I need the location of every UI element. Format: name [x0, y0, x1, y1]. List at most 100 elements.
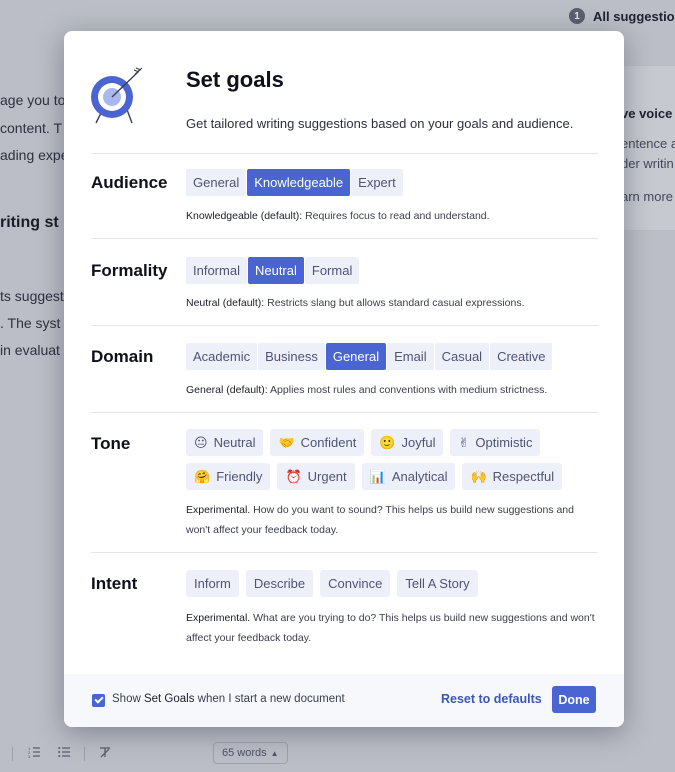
domain-option-business[interactable]: Business [258, 343, 325, 370]
suggestion-card-title: ve voice [621, 106, 673, 121]
tone-description-bold: Experimental. [186, 504, 251, 516]
intent-description-bold: Experimental. [186, 612, 251, 624]
formality-description: Neutral (default): Restricts slang but a… [186, 293, 596, 313]
intent-options: Inform Describe Convince Tell A Story [186, 570, 478, 597]
formality-description-text: Restricts slang but allows standard casu… [264, 297, 525, 309]
editor-text-line: ading expe [0, 147, 69, 163]
editor-heading: riting st [0, 214, 59, 231]
checkbox-label-pre: Show [112, 693, 144, 705]
neutral-emoji-icon: 😐 [194, 434, 208, 450]
show-set-goals-checkbox[interactable] [92, 694, 105, 707]
learn-more-link[interactable]: arn more [621, 189, 673, 204]
suggestion-count-badge: 1 [569, 8, 585, 24]
set-goals-dialog: Set goals Get tailored writing suggestio… [64, 31, 624, 727]
target-icon [91, 67, 143, 124]
tone-option-label: Confident [300, 435, 357, 450]
tone-option-confident[interactable]: 🤝 Confident [270, 429, 365, 456]
caret-up-icon: ▲ [270, 748, 279, 758]
checkbox-label-post: when I start a new document [194, 693, 345, 705]
intent-section: Intent Inform Describe Convince Tell A Stor… [91, 552, 598, 662]
domain-label: Domain [91, 347, 154, 366]
optimistic-emoji-icon: ✌ [458, 434, 470, 450]
show-set-goals-label[interactable]: Show Set Goals when I start a new docume… [112, 693, 345, 705]
editor-text-line: content. T [0, 120, 63, 136]
tone-options: 😐 Neutral 🤝 Confident 🙂 Joyful ✌ Optimistic 🤗 Fri… [186, 429, 566, 490]
respectful-emoji-icon: 🙌 [470, 468, 487, 484]
audience-section: Audience General Knowledgeable Expert Know… [91, 153, 598, 238]
dialog-subtitle: Get tailored writing suggestions based o… [186, 116, 574, 131]
audience-label: Audience [91, 173, 168, 192]
formality-description-bold: Neutral (default): [186, 297, 265, 309]
word-count-label: 65 words [222, 747, 267, 759]
domain-section: Domain Academic Business General Email Casua… [91, 325, 598, 412]
audience-options: General Knowledgeable Expert [186, 169, 404, 196]
audience-option-expert[interactable]: Expert [351, 169, 403, 196]
editor-text-line: in evaluat [0, 342, 60, 358]
domain-description: General (default): Applies most rules an… [186, 380, 596, 400]
editor-text-line: . The syst [0, 315, 61, 331]
intent-option-convince[interactable]: Convince [320, 570, 391, 597]
all-suggestions-label: All suggestions [593, 8, 675, 24]
domain-options: Academic Business General Email Casual Creati… [186, 343, 553, 370]
editor-bottom-toolbar: 123 65 words ▲ [0, 742, 675, 766]
tone-section: Tone 😐 Neutral 🤝 Confident 🙂 Joyful ✌ Optimisti… [91, 412, 598, 552]
audience-description-bold: Knowledgeable (default): [186, 210, 303, 222]
domain-option-academic[interactable]: Academic [186, 343, 258, 370]
formality-options: Informal Neutral Formal [186, 257, 360, 284]
reset-to-defaults-button[interactable]: Reset to defaults [441, 692, 542, 706]
domain-option-email[interactable]: Email [387, 343, 434, 370]
tone-option-label: Neutral [213, 435, 256, 450]
analytical-emoji-icon: 📊 [369, 468, 386, 484]
tone-option-label: Respectful [492, 469, 555, 484]
domain-option-general[interactable]: General [325, 343, 387, 370]
word-count-button[interactable]: 65 words ▲ [213, 742, 288, 764]
intent-option-tell-a-story[interactable]: Tell A Story [397, 570, 478, 597]
tone-option-optimistic[interactable]: ✌ Optimistic [450, 429, 541, 456]
audience-option-general[interactable]: General [186, 169, 247, 196]
intent-description: Experimental. What are you trying to do?… [186, 608, 596, 648]
tone-option-friendly[interactable]: 🤗 Friendly [186, 463, 271, 490]
formality-label: Formality [91, 261, 168, 280]
domain-description-text: Applies most rules and conventions with … [267, 384, 548, 396]
tone-option-urgent[interactable]: ⏰ Urgent [277, 463, 355, 490]
urgent-emoji-icon: ⏰ [285, 468, 302, 484]
dialog-title: Set goals [186, 67, 284, 92]
formality-section: Formality Informal Neutral Formal Neutral … [91, 238, 598, 325]
editor-text-line: age you to [0, 92, 66, 108]
tone-option-respectful[interactable]: 🙌 Respectful [462, 463, 563, 490]
domain-description-bold: General (default): [186, 384, 268, 396]
tone-option-label: Friendly [216, 469, 263, 484]
formality-option-informal[interactable]: Informal [186, 257, 247, 284]
tone-option-label: Urgent [307, 469, 347, 484]
intent-option-describe[interactable]: Describe [245, 570, 314, 597]
formality-option-neutral[interactable]: Neutral [247, 257, 304, 284]
audience-option-knowledgeable[interactable]: Knowledgeable [247, 169, 351, 196]
toolbar-divider [12, 747, 13, 761]
bullet-list-icon[interactable] [58, 746, 70, 761]
checkbox-label-bold: Set Goals [143, 693, 195, 705]
tone-label: Tone [91, 434, 131, 453]
ordered-list-icon[interactable]: 123 [28, 746, 40, 761]
tone-option-label: Optimistic [475, 435, 533, 450]
tone-option-analytical[interactable]: 📊 Analytical [361, 463, 456, 490]
done-button[interactable]: Done [552, 686, 596, 713]
suggestion-card-line: entence a [621, 136, 675, 151]
domain-option-casual[interactable]: Casual [434, 343, 490, 370]
suggestion-card-line: der writin [621, 156, 674, 171]
svg-text:3: 3 [28, 754, 31, 758]
tone-option-joyful[interactable]: 🙂 Joyful [371, 429, 444, 456]
dialog-footer: Show Set Goals when I start a new docume… [64, 674, 624, 727]
tone-option-label: Joyful [401, 435, 436, 450]
clear-format-icon[interactable] [99, 746, 111, 761]
friendly-emoji-icon: 🤗 [194, 468, 211, 484]
domain-option-creative[interactable]: Creative [490, 343, 553, 370]
audience-description-text: Requires focus to read and understand. [302, 210, 490, 222]
toolbar-divider [84, 747, 85, 761]
editor-text-line: ts suggest [0, 288, 64, 304]
joyful-emoji-icon: 🙂 [379, 434, 396, 450]
tone-option-neutral[interactable]: 😐 Neutral [186, 429, 264, 456]
formality-option-formal[interactable]: Formal [304, 257, 360, 284]
all-suggestions-header[interactable]: 1 All suggestions [569, 8, 675, 24]
confident-emoji-icon: 🤝 [278, 434, 295, 450]
intent-option-inform[interactable]: Inform [186, 570, 239, 597]
